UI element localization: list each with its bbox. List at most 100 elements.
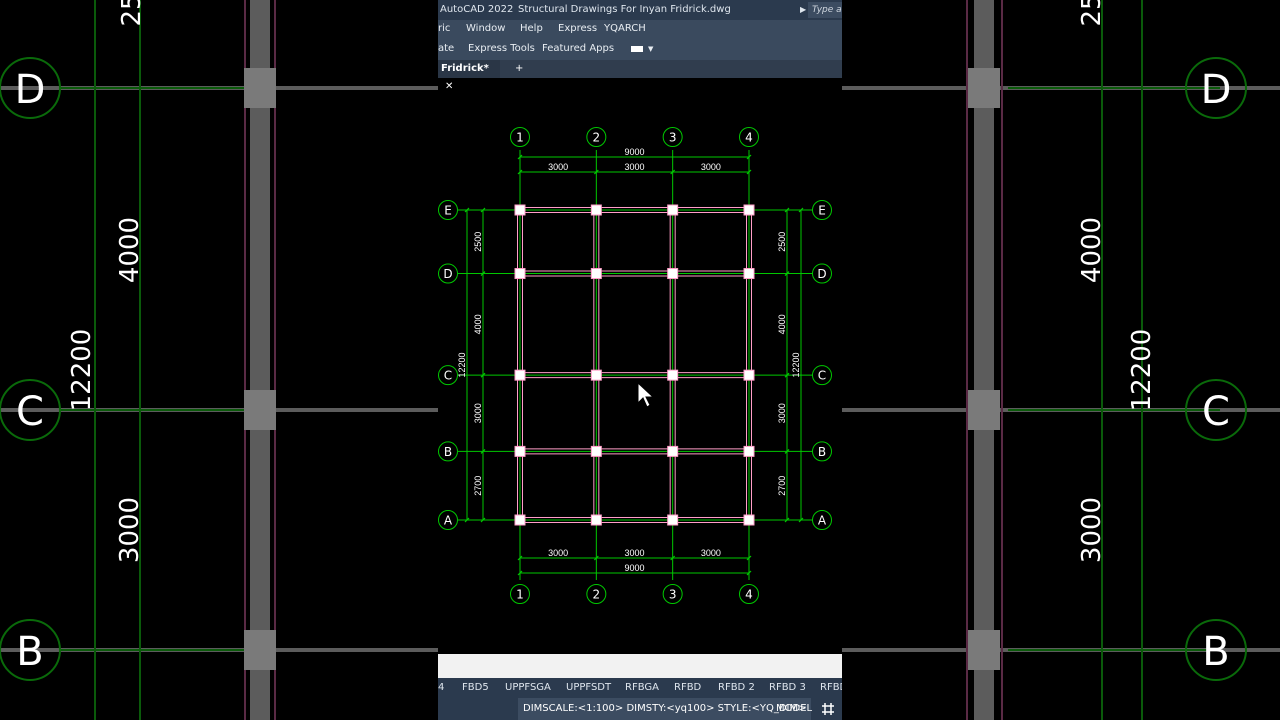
column-3D[interactable]	[667, 268, 679, 280]
ribbon-tab-ate[interactable]: ate	[438, 38, 454, 60]
title-bar: AutoCAD 2022 Structural Drawings For Iny…	[438, 0, 842, 20]
column-2D[interactable]	[590, 268, 602, 280]
dim-right-segment-text-2: 3000	[777, 403, 787, 423]
column-3C[interactable]	[667, 369, 679, 381]
column-2E[interactable]	[590, 204, 602, 216]
grid-bubble-right-A-label: A	[818, 514, 827, 528]
grid-bubble-bottom-2-label: 2	[593, 588, 601, 602]
column-1C[interactable]	[514, 369, 526, 381]
layout-tab-rfbd[interactable]: RFBD	[674, 678, 701, 698]
ribbon-tabs: ate Express Tools Featured Apps ▼	[438, 38, 842, 60]
bg-right-dim-25: 25	[1077, 0, 1107, 27]
column-3E[interactable]	[667, 204, 679, 216]
layout-tab-4[interactable]: 4	[438, 678, 444, 698]
dim-left-segment-text-0: 2500	[473, 232, 483, 252]
chevron-down-icon[interactable]: ▼	[648, 38, 653, 60]
add-tab-icon[interactable]: +	[515, 60, 523, 78]
dim-right-total-text: 12200	[791, 352, 801, 377]
grid-bubble-right-E-label: E	[818, 204, 826, 218]
dim-bottom-total-text: 9000	[624, 563, 644, 573]
dim-right-segment-text-1: 4000	[777, 314, 787, 334]
grid-bubble-top-4-label: 4	[745, 131, 753, 145]
grid-bubble-bottom-4-label: 4	[745, 588, 753, 602]
background-zoom-left-svg: D C B 25 4000 12200 3000	[0, 0, 438, 720]
column-3B[interactable]	[667, 445, 679, 457]
menu-item-ric[interactable]: ric	[438, 20, 450, 38]
bg-left-label-d: D	[15, 67, 46, 113]
app-name: AutoCAD 2022	[440, 4, 514, 15]
model-space-button[interactable]: MODEL	[776, 698, 812, 720]
mouse-cursor-icon	[637, 381, 655, 408]
columns[interactable]	[514, 204, 755, 526]
bg-right-label-d: D	[1201, 67, 1232, 113]
dim-right-segment-text-0: 2500	[777, 232, 787, 252]
column-4E[interactable]	[743, 204, 755, 216]
background-zoom-right: D C B 25 4000 12200 3000	[842, 0, 1280, 720]
menu-item-express[interactable]: Express	[558, 20, 597, 38]
column-2B[interactable]	[590, 445, 602, 457]
document-tabs: Fridrick* ✕ +	[438, 60, 842, 92]
layout-tab-uppfsga[interactable]: UPPFSGA	[505, 678, 551, 698]
column-1E[interactable]	[514, 204, 526, 216]
bg-right-dim-12200: 12200	[1127, 329, 1157, 412]
layout-tabs: 4 FBD5 UPPFSGA UPPFSDT RFBGA RFBD RFBD 2…	[438, 678, 842, 698]
layout-tab-fbd5[interactable]: FBD5	[462, 678, 489, 698]
grid-bubble-bottom-3-label: 3	[669, 588, 677, 602]
column-1B[interactable]	[514, 445, 526, 457]
grid-bubble-left-A-label: A	[444, 514, 453, 528]
column-4C[interactable]	[743, 369, 755, 381]
grid-bubble-bottom-1-label: 1	[516, 588, 524, 602]
grid-icon[interactable]	[820, 701, 836, 717]
column-2C[interactable]	[590, 369, 602, 381]
background-zoom-right-svg: D C B 25 4000 12200 3000	[842, 0, 1280, 720]
column-4D[interactable]	[743, 268, 755, 280]
drawing-canvas[interactable]: 9000 3000 3000 3000 9000 3000 3000 3000 12200 250…	[438, 0, 842, 720]
help-search-input[interactable]: Type a	[808, 2, 842, 18]
layout-tab-rfbd-more[interactable]: RFBD	[820, 678, 842, 698]
grid-bubble-right-B-label: B	[818, 445, 826, 459]
grid-bubble-right-D-label: D	[817, 267, 826, 281]
layout-tab-rfbd-3[interactable]: RFBD 3	[769, 678, 806, 698]
column-3A[interactable]	[667, 514, 679, 526]
bg-right-label-b: B	[1202, 629, 1229, 675]
grid-bubble-left-B-label: B	[444, 445, 452, 459]
grid-bubble-top-1-label: 1	[516, 131, 524, 145]
bg-left-label-b: B	[16, 629, 43, 675]
dim-right-segment-text-3: 2700	[777, 476, 787, 496]
ribbon-tab-express-tools[interactable]: Express Tools	[468, 38, 535, 60]
layout-tab-uppfsdt[interactable]: UPPFSDT	[566, 678, 611, 698]
column-1D[interactable]	[514, 268, 526, 280]
bg-right-label-c: C	[1202, 389, 1230, 435]
command-line[interactable]	[438, 654, 842, 678]
menu-item-window[interactable]: Window	[466, 20, 505, 38]
column-2A[interactable]	[590, 514, 602, 526]
document-tab-active[interactable]: Fridrick* ✕	[438, 60, 500, 92]
grid-bubble-left-C-label: C	[444, 369, 452, 383]
column-1A[interactable]	[514, 514, 526, 526]
dim-bottom-segment-text-2: 3000	[701, 548, 721, 558]
layout-tab-rfbd-2[interactable]: RFBD 2	[718, 678, 755, 698]
file-name: Structural Drawings For Inyan Fridrick.d…	[518, 4, 731, 15]
ribbon-tab-featured-apps[interactable]: Featured Apps	[542, 38, 614, 60]
menu-item-help[interactable]: Help	[520, 20, 543, 38]
dim-left-segment-text-1: 4000	[473, 314, 483, 334]
dim-top-segment-text-0: 3000	[548, 162, 568, 172]
background-zoom-left: D C B 25 4000 12200 3000	[0, 0, 438, 720]
dim-bottom-segment-text-0: 3000	[548, 548, 568, 558]
dim-left-segment-text-2: 3000	[473, 403, 483, 423]
column-4B[interactable]	[743, 445, 755, 457]
grid-bubbles: 1 1 2 2 3 3 4 4 E E D D C C B B A A	[438, 127, 832, 604]
menu-item-yqarch[interactable]: YQARCH	[604, 20, 646, 38]
bg-left-dim-12200: 12200	[67, 329, 97, 412]
bg-left-label-c: C	[16, 389, 44, 435]
grid-bubble-left-D-label: D	[443, 267, 452, 281]
ribbon-toggle-icon[interactable]	[631, 46, 643, 52]
column-4A[interactable]	[743, 514, 755, 526]
autocad-window: 9000 3000 3000 3000 9000 3000 3000 3000 12200 250…	[438, 0, 842, 720]
layout-tab-rfbga[interactable]: RFBGA	[625, 678, 659, 698]
caret-right-icon[interactable]: ▶	[800, 0, 806, 20]
close-icon[interactable]: ✕	[445, 81, 453, 92]
dim-bottom-segment-text-1: 3000	[624, 548, 644, 558]
bg-right-dim-3000: 3000	[1077, 497, 1107, 563]
bg-left-dim-4000: 4000	[115, 217, 145, 283]
